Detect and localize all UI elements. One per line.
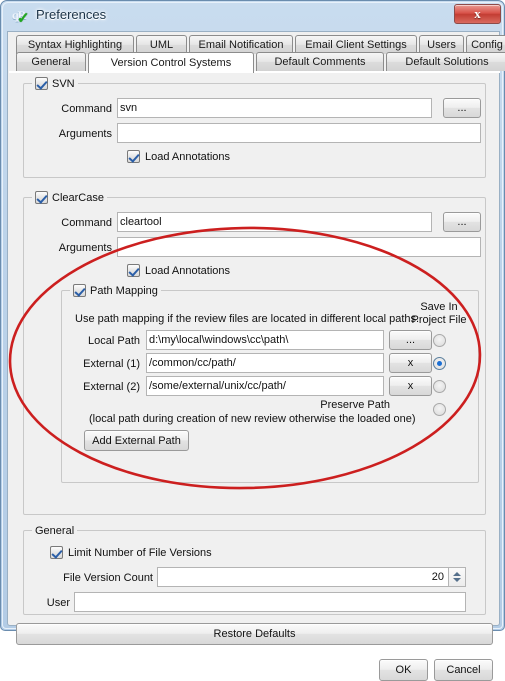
user-label: User — [46, 597, 70, 609]
external-2-label: External (2) — [83, 381, 140, 393]
local-path-label: Local Path — [88, 335, 140, 347]
save-in-project-file-header-line2: Project File — [411, 314, 467, 326]
add-external-path-label: Add External Path — [92, 434, 181, 447]
restore-defaults-button[interactable]: Restore Defaults — [16, 623, 493, 645]
file-version-count-input[interactable] — [157, 567, 449, 587]
tab-label: Users — [427, 39, 456, 51]
clearcase-arguments-label: Arguments — [58, 242, 112, 254]
tab-general[interactable]: General — [16, 52, 86, 71]
tab-row-2: General Version Control Systems Default … — [8, 52, 505, 73]
external-1-label: External (1) — [83, 358, 140, 370]
group-clearcase-legend-label: ClearCase — [52, 191, 104, 204]
group-path-mapping-legend: Path Mapping — [70, 283, 161, 298]
svn-command-browse-button[interactable]: ... — [443, 98, 481, 118]
svn-command-label: Command — [61, 103, 112, 115]
svn-arguments-label: Arguments — [58, 128, 112, 140]
tab-label: Default Solutions — [405, 56, 489, 68]
group-svn: SVN Command ... Arguments Load Annotatio… — [23, 76, 486, 178]
restore-defaults-label: Restore Defaults — [213, 628, 296, 640]
clearcase-load-annotations-checkbox[interactable] — [127, 264, 140, 277]
clearcase-command-input[interactable] — [117, 212, 432, 232]
tab-label: UML — [149, 39, 174, 51]
svn-load-annotations-row: Load Annotations — [127, 150, 230, 163]
group-svn-legend: SVN — [32, 76, 78, 91]
file-version-count-spinner[interactable] — [449, 567, 466, 587]
spinner-up-icon[interactable] — [453, 572, 461, 576]
tab-default-solutions[interactable]: Default Solutions — [386, 52, 505, 71]
remove-x-icon: x — [407, 380, 414, 392]
clearcase-load-annotations-label: Load Annotations — [145, 264, 231, 277]
tab-label: Syntax Highlighting — [27, 39, 123, 51]
cancel-label: Cancel — [446, 664, 481, 676]
tab-label: Config — [471, 39, 503, 51]
limit-file-versions-checkbox[interactable] — [50, 546, 63, 559]
external-2-remove-button[interactable]: x — [389, 376, 432, 396]
add-external-path-button[interactable]: Add External Path — [84, 430, 189, 451]
svn-enabled-checkbox[interactable] — [35, 77, 48, 90]
path-mapping-hint: Use path mapping if the review files are… — [75, 313, 420, 325]
svn-arguments-input[interactable] — [117, 123, 481, 143]
remove-x-icon: x — [407, 357, 414, 369]
svn-command-input[interactable] — [117, 98, 432, 118]
group-general: General Limit Number of File Versions Fi… — [23, 523, 486, 615]
ok-label: OK — [395, 664, 412, 676]
close-button[interactable]: x — [454, 4, 501, 24]
preserve-path-hint: (local path during creation of new revie… — [89, 413, 416, 425]
save-in-project-file-radio-external-1[interactable] — [433, 357, 446, 370]
ellipsis-icon: ... — [457, 216, 467, 228]
clearcase-command-label: Command — [61, 217, 112, 229]
group-clearcase: ClearCase Command ... Arguments Load Ann… — [23, 190, 486, 515]
user-input[interactable] — [74, 592, 466, 612]
tab-version-control-systems[interactable]: Version Control Systems — [88, 52, 254, 73]
tab-label: Email Client Settings — [305, 39, 407, 51]
clearcase-load-annotations-row: Load Annotations — [127, 264, 230, 277]
external-1-remove-button[interactable]: x — [389, 353, 432, 373]
save-in-project-file-radio-preserve-path[interactable] — [433, 403, 446, 416]
clearcase-command-browse-button[interactable]: ... — [443, 212, 481, 232]
save-in-project-file-radio-external-2[interactable] — [433, 380, 446, 393]
tab-label: Email Notification — [198, 39, 284, 51]
limit-file-versions-row: Limit Number of File Versions — [50, 546, 212, 559]
path-mapping-enabled-checkbox[interactable] — [73, 284, 86, 297]
svn-load-annotations-checkbox[interactable] — [127, 150, 140, 163]
local-path-browse-button[interactable]: ... — [389, 330, 432, 350]
local-path-input[interactable] — [146, 330, 384, 350]
group-path-mapping-legend-label: Path Mapping — [90, 284, 158, 297]
title-bar: qR ✓ Preferences x — [1, 1, 505, 31]
limit-file-versions-label: Limit Number of File Versions — [68, 546, 212, 559]
tab-default-comments[interactable]: Default Comments — [256, 52, 384, 71]
tab-label: General — [31, 56, 71, 68]
preferences-window: qR ✓ Preferences x Syntax Highlighting UM… — [0, 0, 505, 681]
ok-button[interactable]: OK — [379, 659, 428, 681]
clearcase-arguments-input[interactable] — [117, 237, 481, 257]
save-in-project-file-radio-local-path[interactable] — [433, 334, 446, 347]
app-logo-icon: qR ✓ — [12, 8, 30, 27]
group-svn-legend-label: SVN — [52, 77, 75, 90]
clearcase-enabled-checkbox[interactable] — [35, 191, 48, 204]
tab-label: Version Control Systems — [110, 57, 232, 69]
tab-label: Default Comments — [274, 56, 366, 68]
tab-strip: Syntax Highlighting UML Email Notificati… — [8, 32, 505, 73]
save-in-project-file-header-line1: Save In — [420, 301, 458, 313]
close-icon: x — [474, 6, 481, 21]
file-version-count-label: File Version Count — [63, 572, 153, 584]
group-clearcase-legend: ClearCase — [32, 190, 107, 205]
svn-load-annotations-label: Load Annotations — [145, 150, 231, 163]
group-general-legend-label: General — [35, 524, 75, 537]
group-general-legend: General — [32, 523, 78, 538]
cancel-button[interactable]: Cancel — [434, 659, 493, 681]
tab-page-version-control-systems: SVN Command ... Arguments Load Annotatio… — [8, 73, 501, 681]
dialog-client-area: Syntax Highlighting UML Email Notificati… — [7, 31, 505, 681]
external-2-input[interactable] — [146, 376, 384, 396]
ellipsis-icon: ... — [405, 334, 416, 346]
spinner-down-icon[interactable] — [453, 578, 461, 582]
ellipsis-icon: ... — [457, 102, 467, 114]
preserve-path-label: Preserve Path — [320, 399, 390, 411]
tab-active-underline — [9, 71, 500, 73]
window-title: Preferences — [36, 7, 107, 22]
external-1-input[interactable] — [146, 353, 384, 373]
group-path-mapping: Path Mapping Use path mapping if the rev… — [61, 283, 479, 483]
